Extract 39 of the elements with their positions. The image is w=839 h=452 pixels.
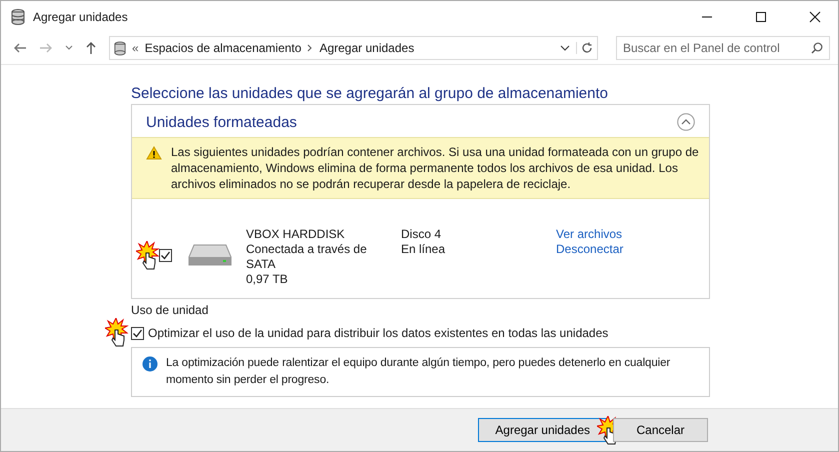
drive-name: VBOX HARDDISK — [246, 227, 346, 242]
panel-title: Unidades formateadas — [146, 114, 297, 130]
info-text: La optimización puede ralentizar el equipo durante algún tiempo, pero puedes detenerlo en cualquier momento sin perder el progreso. — [166, 356, 672, 388]
checkbox[interactable] — [159, 249, 172, 262]
click-marker-icon — [136, 241, 162, 271]
drive-link[interactable]: Desconectar — [556, 242, 624, 257]
refresh-icon[interactable] — [576, 42, 593, 54]
dialog-button[interactable]: Agregar unidades — [478, 418, 607, 442]
collapse-icon[interactable] — [677, 113, 695, 131]
drive-size: 0,97 TB — [246, 272, 289, 287]
page-heading: Seleccione las unidades que se agregarán al grupo de almacenamiento — [131, 85, 609, 102]
warning-icon — [146, 146, 162, 160]
warning-text: Las siguientes unidades podrían contener archivos. Si usa una unidad formateada con un grupo de almacenamiento, Windows elimina de forma permanente todos los archivos de esa unidad. Los archivos eliminados no se podrán recuperar desde la papelera de reciclaje. — [171, 144, 699, 192]
breadcrumb-item[interactable]: Espacios de almacenamiento — [144, 41, 302, 55]
breadcrumb-item[interactable]: Agregar unidades — [319, 41, 414, 55]
disk-label: Disco 4 — [401, 227, 442, 242]
breadcrumb-overflow[interactable]: « — [132, 41, 139, 55]
section-label: Uso de unidad — [131, 303, 210, 317]
search-field[interactable]: Buscar en el Panel de control — [616, 36, 830, 60]
checkbox[interactable] — [131, 326, 144, 340]
click-marker-icon — [105, 318, 131, 348]
checkbox-label[interactable]: Optimizar el uso de la unidad para distribuir los datos existentes en todas las unidades — [148, 326, 608, 340]
window-title: Agregar unidades — [33, 10, 128, 24]
close-icon[interactable] — [809, 10, 821, 22]
chevron-icon — [307, 44, 314, 52]
dropdown-icon[interactable] — [560, 44, 570, 52]
storage-icon — [114, 40, 126, 56]
hard-drive-icon — [188, 243, 232, 267]
maximize-icon[interactable] — [755, 10, 767, 22]
up-icon[interactable] — [85, 41, 97, 55]
address-bar[interactable]: « Espacios de almacenamiento Agregar unidades — [109, 36, 598, 60]
drive-link[interactable]: Ver archivos — [556, 227, 624, 242]
drive-status: En línea — [401, 242, 446, 257]
info-icon — [142, 356, 158, 372]
drive-connection: Conectada a través de SATA — [246, 242, 368, 272]
back-icon[interactable] — [13, 42, 27, 54]
search-icon — [811, 42, 823, 54]
dialog-button[interactable]: Cancelar — [613, 418, 708, 442]
storage-icon — [11, 8, 25, 24]
